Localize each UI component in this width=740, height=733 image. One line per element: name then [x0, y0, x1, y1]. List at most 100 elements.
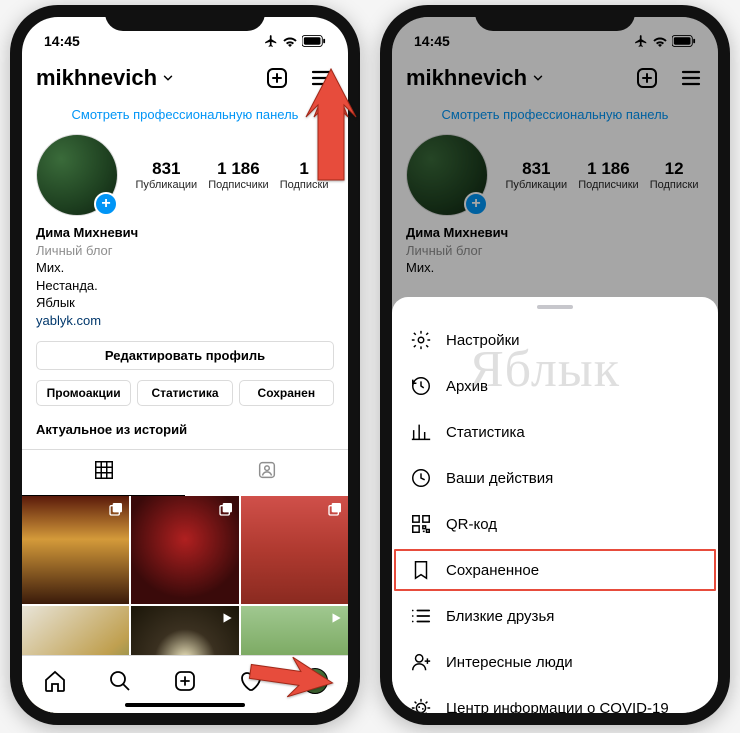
nav-profile[interactable] — [302, 668, 328, 694]
menu-label: Настройки — [446, 332, 520, 349]
stats-row: 831 Публикации 1 186 Подписчики 1 Подпис… — [130, 159, 334, 191]
virus-icon — [410, 697, 432, 713]
person-plus-icon — [410, 651, 432, 673]
qr-icon — [410, 513, 432, 535]
home-indicator — [125, 703, 245, 707]
tagged-icon — [256, 459, 278, 481]
nav-home[interactable] — [42, 668, 68, 694]
stats-icon — [410, 421, 432, 443]
nav-activity[interactable] — [237, 668, 263, 694]
screen-right: 14:45 mikhnevich — [392, 17, 718, 713]
stat-followers[interactable]: 1 186 Подписчики — [208, 159, 269, 191]
bio-category: Личный блог — [36, 242, 334, 260]
archive-icon — [410, 375, 432, 397]
menu-label: Сохраненное — [446, 562, 539, 579]
airplane-icon — [264, 34, 278, 48]
menu-label: Архив — [446, 378, 488, 395]
add-story-icon[interactable]: + — [464, 192, 488, 216]
tab-saved[interactable]: Сохранен — [239, 380, 334, 406]
username-text: mikhnevich — [36, 65, 157, 91]
clock-icon — [410, 467, 432, 489]
status-time: 14:45 — [44, 33, 80, 49]
hamburger-menu-button[interactable] — [308, 65, 334, 91]
profile-header: mikhnevich — [22, 57, 348, 101]
hamburger-icon — [679, 66, 703, 90]
sheet-handle[interactable] — [537, 305, 573, 309]
menu-label: Интересные люди — [446, 654, 573, 671]
menu-label: Центр информации о COVID-19 — [446, 700, 669, 714]
create-button[interactable] — [264, 65, 290, 91]
stat-following[interactable]: 1 Подписки — [280, 159, 329, 191]
edit-profile-button[interactable]: Редактировать профиль — [36, 341, 334, 370]
wifi-icon — [282, 35, 298, 47]
bottom-nav — [22, 655, 348, 713]
profile-row: + 831 Публикации 1 186 Подписчики 12 — [392, 130, 718, 224]
post-thumbnail[interactable] — [241, 496, 348, 603]
menu-label: QR-код — [446, 516, 497, 533]
notch — [475, 5, 635, 31]
tab-promo[interactable]: Промоакции — [36, 380, 131, 406]
tab-tagged[interactable] — [185, 450, 348, 496]
carousel-icon — [218, 501, 234, 522]
stat-posts[interactable]: 831 Публикации — [506, 159, 568, 191]
highlights-label: Актуальное из историй — [22, 412, 348, 443]
status-icons — [634, 34, 696, 48]
bookmark-icon — [410, 559, 432, 581]
menu-settings[interactable]: Настройки — [392, 317, 718, 363]
bio-line: Мих. — [36, 259, 334, 277]
hamburger-menu-button[interactable] — [678, 65, 704, 91]
bio-line: Мих. — [406, 259, 704, 277]
username-dropdown[interactable]: mikhnevich — [36, 65, 175, 91]
wifi-icon — [652, 35, 668, 47]
menu-saved[interactable]: Сохраненное — [392, 547, 718, 593]
bio-name: Дима Михневич — [36, 224, 334, 242]
bio-link[interactable]: yablyk.com — [36, 312, 334, 330]
menu-close-friends[interactable]: Близкие друзья — [392, 593, 718, 639]
pro-dashboard-link[interactable]: Смотреть профессиональную панель — [22, 101, 348, 130]
view-tabs — [22, 449, 348, 496]
search-icon — [108, 669, 132, 693]
bio-category: Личный блог — [406, 242, 704, 260]
chevron-down-icon — [531, 71, 545, 85]
menu-label: Близкие друзья — [446, 608, 554, 625]
tab-grid[interactable] — [22, 450, 185, 496]
stat-posts[interactable]: 831 Публикации — [136, 159, 198, 191]
bio: Дима Михневич Личный блог Мих. — [392, 224, 718, 285]
hamburger-icon — [309, 66, 333, 90]
airplane-icon — [634, 34, 648, 48]
phone-left: 14:45 mikhnevich — [10, 5, 360, 725]
battery-icon — [302, 35, 326, 47]
username-text: mikhnevich — [406, 65, 527, 91]
avatar[interactable]: + — [406, 134, 488, 216]
home-icon — [43, 669, 67, 693]
menu-discover[interactable]: Интересные люди — [392, 639, 718, 685]
stats-row: 831 Публикации 1 186 Подписчики 12 Подпи… — [500, 159, 704, 191]
tab-stats[interactable]: Статистика — [137, 380, 232, 406]
post-thumbnail[interactable] — [131, 496, 238, 603]
nav-create[interactable] — [172, 668, 198, 694]
nav-search[interactable] — [107, 668, 133, 694]
stat-following[interactable]: 12 Подписки — [650, 159, 699, 191]
bio: Дима Михневич Личный блог Мих. Нестанда.… — [22, 224, 348, 337]
heart-icon — [238, 669, 262, 693]
grid-icon — [93, 459, 115, 481]
menu-activity[interactable]: Ваши действия — [392, 455, 718, 501]
menu-sheet: Настройки Архив Статистика Ваши действия… — [392, 297, 718, 713]
menu-qr[interactable]: QR-код — [392, 501, 718, 547]
notch — [105, 5, 265, 31]
add-story-icon[interactable]: + — [94, 192, 118, 216]
create-button[interactable] — [634, 65, 660, 91]
video-icon — [220, 611, 234, 630]
pro-dashboard-link[interactable]: Смотреть профессиональную панель — [392, 101, 718, 130]
menu-covid[interactable]: Центр информации о COVID-19 — [392, 685, 718, 713]
post-thumbnail[interactable] — [22, 496, 129, 603]
menu-statistics[interactable]: Статистика — [392, 409, 718, 455]
stat-followers[interactable]: 1 186 Подписчики — [578, 159, 639, 191]
menu-archive[interactable]: Архив — [392, 363, 718, 409]
list-icon — [410, 605, 432, 627]
bio-line: Нестанда. — [36, 277, 334, 295]
username-dropdown[interactable]: mikhnevich — [406, 65, 545, 91]
menu-label: Ваши действия — [446, 470, 553, 487]
avatar[interactable]: + — [36, 134, 118, 216]
status-icons — [264, 34, 326, 48]
